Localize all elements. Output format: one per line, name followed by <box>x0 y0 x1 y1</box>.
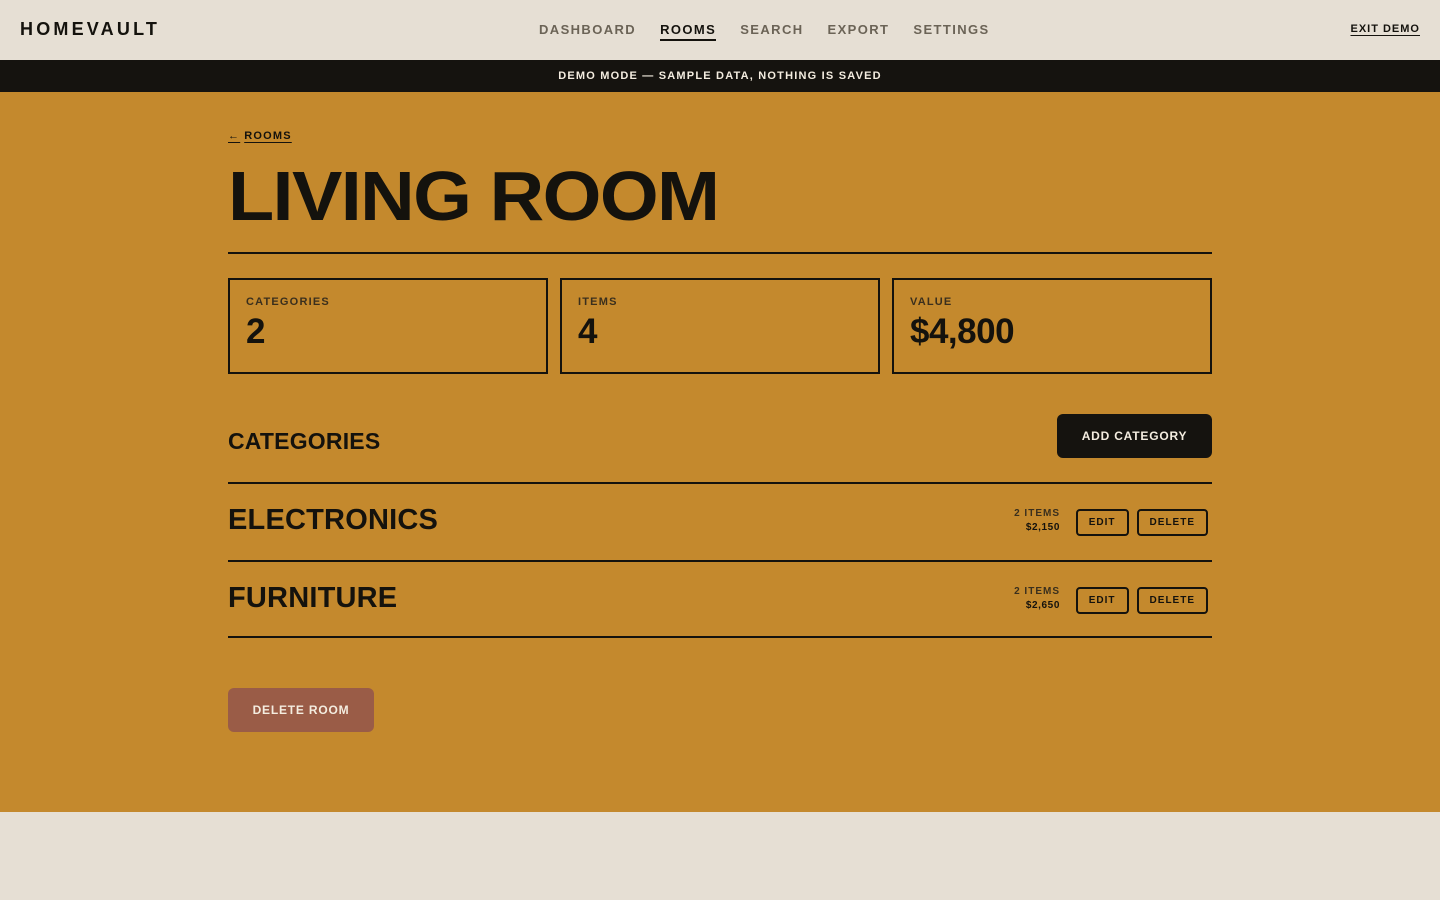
stat-card-items: ITEMS 4 <box>560 278 880 374</box>
delete-category-button[interactable]: DELETE <box>1136 587 1208 614</box>
app-logo[interactable]: HOMEVAULT <box>20 19 160 40</box>
stat-card-categories: CATEGORIES 2 <box>228 278 548 374</box>
stat-card-value: VALUE $4,800 <box>892 278 1212 374</box>
page-footer-area <box>0 812 1440 900</box>
nav-settings[interactable]: SETTINGS <box>913 22 989 41</box>
back-link-label: ROOMS <box>244 130 292 142</box>
category-name[interactable]: FURNITURE <box>228 582 397 615</box>
demo-banner-text: DEMO MODE — SAMPLE DATA, NOTHING IS SAVE… <box>558 70 882 82</box>
room-stats: CATEGORIES 2 ITEMS 4 VALUE $4,800 <box>228 278 1212 374</box>
category-item-count: 2 ITEMS <box>1014 586 1060 597</box>
main-content-area: ← ROOMS LIVING ROOM CATEGORIES 2 ITEMS 4… <box>0 92 1440 812</box>
stat-label: CATEGORIES <box>246 296 330 308</box>
category-actions: EDIT DELETE <box>1075 587 1208 614</box>
nav-export[interactable]: EXPORT <box>828 22 890 41</box>
nav-dashboard[interactable]: DASHBOARD <box>539 22 636 41</box>
category-name[interactable]: ELECTRONICS <box>228 504 438 537</box>
title-divider <box>228 252 1212 254</box>
exit-demo-link[interactable]: EXIT DEMO <box>1350 23 1420 35</box>
category-list: ELECTRONICS 2 ITEMS $2,150 EDIT DELETE F… <box>228 482 1212 638</box>
add-category-button[interactable]: ADD CATEGORY <box>1057 414 1212 458</box>
delete-category-button[interactable]: DELETE <box>1136 509 1208 536</box>
delete-room-button[interactable]: DELETE ROOM <box>228 688 374 732</box>
nav-search[interactable]: SEARCH <box>740 22 803 41</box>
category-value: $2,150 <box>1025 522 1060 533</box>
stat-value: $4,800 <box>910 312 1015 351</box>
category-row-furniture: FURNITURE 2 ITEMS $2,650 EDIT DELETE <box>228 560 1212 638</box>
categories-heading: CATEGORIES <box>228 428 381 454</box>
category-actions: EDIT DELETE <box>1075 509 1208 536</box>
category-meta: 2 ITEMS $2,150 <box>1014 508 1060 533</box>
edit-category-button[interactable]: EDIT <box>1075 509 1129 536</box>
category-row-electronics: ELECTRONICS 2 ITEMS $2,150 EDIT DELETE <box>228 482 1212 560</box>
stat-value: 2 <box>246 312 265 351</box>
nav-rooms[interactable]: ROOMS <box>660 22 717 41</box>
category-item-count: 2 ITEMS <box>1014 508 1060 519</box>
category-meta: 2 ITEMS $2,650 <box>1014 586 1060 611</box>
stat-label: ITEMS <box>578 296 618 308</box>
edit-category-button[interactable]: EDIT <box>1075 587 1129 614</box>
top-navigation-bar: HOMEVAULT DASHBOARD ROOMS SEARCH EXPORT … <box>0 0 1440 60</box>
main-nav: DASHBOARD ROOMS SEARCH EXPORT SETTINGS <box>539 22 990 41</box>
category-value: $2,650 <box>1025 600 1060 611</box>
page-title: LIVING ROOM <box>228 157 720 235</box>
stat-value: 4 <box>578 312 597 351</box>
back-to-rooms-link[interactable]: ← ROOMS <box>228 130 292 142</box>
demo-mode-banner: DEMO MODE — SAMPLE DATA, NOTHING IS SAVE… <box>0 60 1440 92</box>
stat-label: VALUE <box>910 296 953 308</box>
back-arrow-icon: ← <box>228 130 241 142</box>
